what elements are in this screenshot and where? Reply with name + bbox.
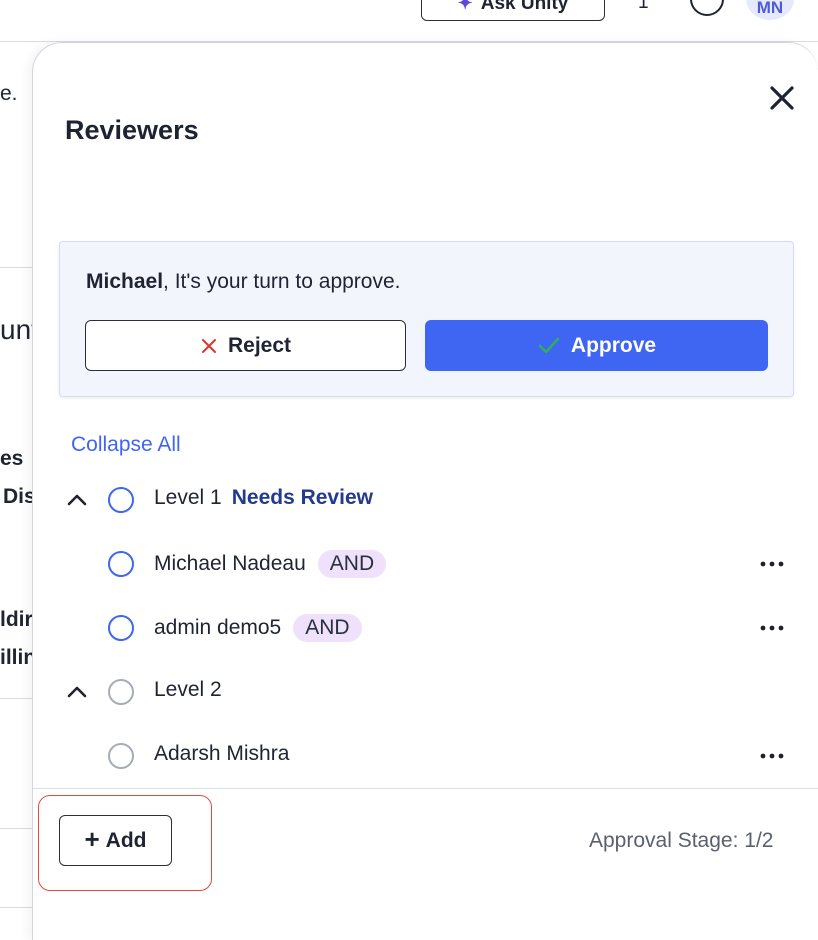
background-text: es bbox=[0, 447, 24, 470]
notification-count[interactable]: 1 bbox=[638, 0, 649, 14]
top-bar: ✦ Ask Unity 1 MN bbox=[0, 0, 818, 42]
reviewer-row: Adarsh Mishra bbox=[33, 736, 818, 776]
reject-button[interactable]: Reject bbox=[85, 320, 406, 371]
sparkle-icon: ✦ bbox=[457, 0, 473, 13]
reviewer-name: Adarsh Mishra bbox=[154, 742, 290, 765]
close-icon bbox=[770, 86, 794, 110]
chevron-up-icon[interactable] bbox=[65, 488, 89, 512]
reviewer-label: admin demo5 AND bbox=[154, 614, 362, 642]
background-divider bbox=[0, 698, 36, 699]
approval-message-text: , It's your turn to approve. bbox=[163, 270, 401, 293]
close-icon bbox=[201, 338, 216, 353]
background-divider bbox=[0, 828, 36, 829]
close-button[interactable] bbox=[767, 83, 797, 113]
background-text: ldir bbox=[0, 608, 33, 631]
more-options-icon[interactable] bbox=[759, 746, 785, 766]
status-circle-icon bbox=[108, 551, 134, 577]
chevron-up-icon[interactable] bbox=[65, 680, 89, 704]
and-tag: AND bbox=[317, 550, 387, 578]
approval-card: Michael, It's your turn to approve. Reje… bbox=[59, 241, 794, 397]
avatar-initials: MN bbox=[756, 0, 784, 17]
background-divider bbox=[0, 267, 36, 268]
level-status-badge: Needs Review bbox=[231, 486, 373, 509]
level-row-1: Level 1 Needs Review bbox=[33, 480, 818, 520]
help-icon[interactable] bbox=[690, 0, 724, 16]
add-reviewer-button[interactable]: + Add bbox=[59, 815, 172, 866]
ask-unity-button[interactable]: ✦ Ask Unity bbox=[421, 0, 605, 21]
level-name: Level 1 bbox=[154, 486, 222, 509]
level-label: Level 1 Needs Review bbox=[154, 486, 373, 510]
reviewer-row: admin demo5 AND bbox=[33, 608, 818, 648]
reviewer-name: Michael Nadeau bbox=[154, 552, 306, 575]
reviewers-drawer: Reviewers Michael, It's your turn to app… bbox=[32, 42, 818, 940]
footer-divider bbox=[33, 788, 818, 789]
collapse-all-link[interactable]: Collapse All bbox=[71, 433, 181, 457]
background-text: illin bbox=[0, 646, 37, 669]
reviewer-row: Michael Nadeau AND bbox=[33, 544, 818, 584]
approve-button[interactable]: Approve bbox=[425, 320, 768, 371]
reviewer-label: Michael Nadeau AND bbox=[154, 550, 387, 578]
approval-stage-text: Approval Stage: 1/2 bbox=[589, 829, 774, 852]
background-text: e. bbox=[0, 82, 18, 105]
reviewer-name: admin demo5 bbox=[154, 616, 282, 639]
status-circle-icon bbox=[108, 487, 134, 513]
check-icon bbox=[538, 337, 560, 353]
add-label: Add bbox=[105, 828, 147, 852]
status-circle-icon bbox=[108, 615, 134, 641]
level-name: Level 2 bbox=[154, 678, 222, 701]
more-options-icon[interactable] bbox=[759, 554, 785, 574]
ask-unity-label: Ask Unity bbox=[480, 0, 569, 14]
approval-message: Michael, It's your turn to approve. bbox=[86, 270, 401, 294]
avatar[interactable]: MN bbox=[746, 0, 794, 20]
drawer-title: Reviewers bbox=[65, 115, 199, 145]
status-circle-icon bbox=[108, 679, 134, 705]
approver-name: Michael bbox=[86, 270, 164, 293]
and-tag: AND bbox=[293, 614, 362, 642]
more-options-icon[interactable] bbox=[759, 618, 785, 638]
status-circle-icon bbox=[108, 743, 134, 769]
background-text: Dis bbox=[3, 485, 36, 508]
approve-label: Approve bbox=[570, 333, 657, 357]
reject-label: Reject bbox=[227, 333, 292, 357]
level-row-2: Level 2 bbox=[33, 672, 818, 712]
plus-icon: + bbox=[84, 824, 100, 854]
background-divider bbox=[0, 907, 36, 908]
